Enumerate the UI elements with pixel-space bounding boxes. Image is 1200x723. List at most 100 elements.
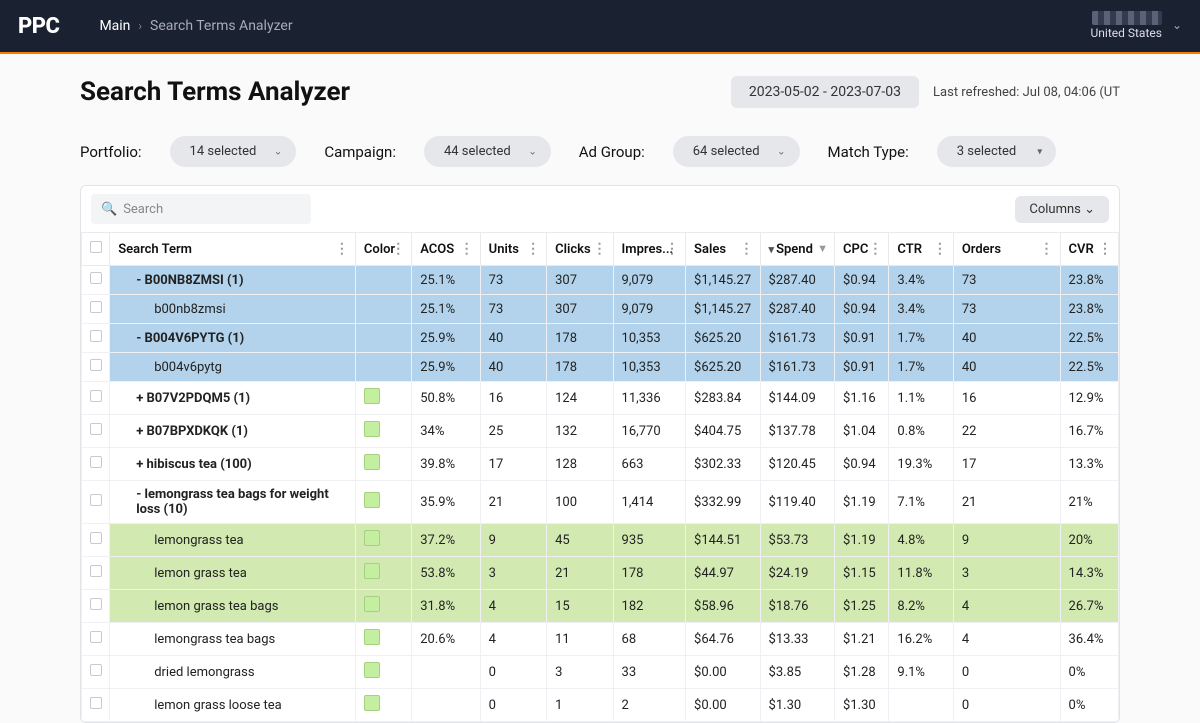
table-row[interactable]: - B00NB8ZMSI (1)25.1%733079,079$1,145.27… — [82, 266, 1119, 295]
color-swatch — [364, 662, 380, 678]
table-row[interactable]: + B07BPXDKQK (1)34%2513216,770$404.75$13… — [82, 415, 1119, 448]
cell-cpc: $0.94 — [835, 448, 889, 481]
cell-impressions: 10,353 — [613, 353, 685, 382]
more-icon[interactable]: ⋮ — [740, 247, 754, 251]
more-icon[interactable]: ⋮ — [933, 247, 947, 251]
cell-sales: $404.75 — [686, 415, 761, 448]
cell-orders: 40 — [953, 324, 1060, 353]
more-icon[interactable]: ⋮ — [526, 247, 540, 251]
cell-units: 0 — [480, 656, 546, 689]
matchtype-filter[interactable]: 3 selected▾ — [937, 136, 1056, 167]
cell-sales: $0.00 — [686, 689, 761, 722]
table-row[interactable]: dried lemongrass0333$0.00$3.85$1.289.1%0… — [82, 656, 1119, 689]
cell-impressions: 178 — [613, 557, 685, 590]
cell-search-term: + hibiscus tea (100) — [110, 448, 356, 481]
row-checkbox[interactable] — [82, 353, 110, 382]
row-checkbox[interactable] — [82, 481, 110, 524]
breadcrumb-root[interactable]: Main — [99, 18, 130, 34]
table-row[interactable]: - lemongrass tea bags for weight loss (1… — [82, 481, 1119, 524]
row-checkbox[interactable] — [82, 324, 110, 353]
campaign-filter[interactable]: 44 selected⌄ — [424, 136, 551, 167]
funnel-icon: ▾ — [1037, 146, 1042, 157]
table-row[interactable]: - B004V6PYTG (1)25.9%4017810,353$625.20$… — [82, 324, 1119, 353]
header-ctr[interactable]: CTR⋮ — [889, 233, 953, 266]
filter-bar: Portfolio: 14 selected⌄ Campaign: 44 sel… — [0, 108, 1200, 185]
chevron-down-icon: ⌄ — [1084, 202, 1095, 217]
cell-ctr: 3.4% — [889, 295, 953, 324]
campaign-label: Campaign: — [324, 143, 396, 161]
header-acos[interactable]: ACOS⋮ — [412, 233, 480, 266]
table-row[interactable]: lemongrass tea bags20.6%41168$64.76$13.3… — [82, 623, 1119, 656]
chevron-down-icon: ⌄ — [274, 146, 282, 157]
header-spend[interactable]: ▾Spend▼ — [760, 233, 835, 266]
row-checkbox[interactable] — [82, 524, 110, 557]
header-cpc[interactable]: CPC⋮ — [835, 233, 889, 266]
row-checkbox[interactable] — [82, 382, 110, 415]
adgroup-filter[interactable]: 64 selected⌄ — [673, 136, 800, 167]
row-checkbox[interactable] — [82, 295, 110, 324]
portfolio-label: Portfolio: — [80, 143, 142, 161]
cell-clicks: 124 — [547, 382, 613, 415]
account-switcher[interactable]: United States ⌄ — [1091, 11, 1182, 40]
row-checkbox[interactable] — [82, 266, 110, 295]
funnel-icon[interactable]: ▼ — [817, 247, 828, 251]
row-checkbox[interactable] — [82, 623, 110, 656]
more-icon[interactable]: ⋮ — [460, 247, 474, 251]
cell-acos: 39.8% — [412, 448, 480, 481]
portfolio-filter[interactable]: 14 selected⌄ — [170, 136, 297, 167]
table-row[interactable]: b00nb8zmsi25.1%733079,079$1,145.27$287.4… — [82, 295, 1119, 324]
cell-clicks: 307 — [547, 295, 613, 324]
more-icon[interactable]: ⋮ — [391, 247, 405, 251]
row-checkbox[interactable] — [82, 557, 110, 590]
columns-selector[interactable]: Columns ⌄ — [1015, 196, 1109, 223]
table-row[interactable]: lemongrass tea37.2%945935$144.51$53.73$1… — [82, 524, 1119, 557]
cell-orders: 0 — [953, 689, 1060, 722]
cell-spend: $24.19 — [760, 557, 835, 590]
cell-cvr: 13.3% — [1060, 448, 1118, 481]
table-row[interactable]: lemon grass loose tea012$0.00$1.30$1.300… — [82, 689, 1119, 722]
cell-acos: 25.9% — [412, 324, 480, 353]
cell-search-term: lemongrass tea — [110, 524, 356, 557]
row-checkbox[interactable] — [82, 656, 110, 689]
row-checkbox[interactable] — [82, 689, 110, 722]
header-search-term[interactable]: Search Term⋮ — [110, 233, 356, 266]
header-orders[interactable]: Orders⋮ — [953, 233, 1060, 266]
table-row[interactable]: lemon grass tea53.8%321178$44.97$24.19$1… — [82, 557, 1119, 590]
table-row[interactable]: b004v6pytg25.9%4017810,353$625.20$161.73… — [82, 353, 1119, 382]
cell-acos — [412, 656, 480, 689]
row-checkbox[interactable] — [82, 415, 110, 448]
header-impressions[interactable]: Impres...⋮ — [613, 233, 685, 266]
cell-spend: $287.40 — [760, 295, 835, 324]
search-input[interactable]: 🔍 Search — [91, 194, 311, 224]
header-sales[interactable]: Sales⋮ — [686, 233, 761, 266]
table-row[interactable]: + B07V2PDQM5 (1)50.8%1612411,336$283.84$… — [82, 382, 1119, 415]
cell-cvr: 36.4% — [1060, 623, 1118, 656]
table-row[interactable]: lemon grass tea bags31.8%415182$58.96$18… — [82, 590, 1119, 623]
cell-spend: $137.78 — [760, 415, 835, 448]
cell-cvr: 0% — [1060, 656, 1118, 689]
header-color[interactable]: Color⋮ — [355, 233, 411, 266]
more-icon[interactable]: ⋮ — [335, 247, 349, 251]
cell-sales: $283.84 — [686, 382, 761, 415]
more-icon[interactable]: ⋮ — [1098, 247, 1112, 251]
cell-orders: 40 — [953, 353, 1060, 382]
more-icon[interactable]: ⋮ — [868, 247, 882, 251]
row-checkbox[interactable] — [82, 448, 110, 481]
cell-units: 17 — [480, 448, 546, 481]
more-icon[interactable]: ⋮ — [665, 247, 679, 251]
row-checkbox[interactable] — [82, 590, 110, 623]
matchtype-label: Match Type: — [828, 143, 909, 161]
header-cvr[interactable]: CVR⋮ — [1060, 233, 1118, 266]
cell-clicks: 15 — [547, 590, 613, 623]
more-icon[interactable]: ⋮ — [1040, 247, 1054, 251]
table-row[interactable]: + hibiscus tea (100)39.8%17128663$302.33… — [82, 448, 1119, 481]
header-clicks[interactable]: Clicks⋮ — [547, 233, 613, 266]
more-icon[interactable]: ⋮ — [593, 247, 607, 251]
cell-ctr: 1.7% — [889, 353, 953, 382]
header-select-all[interactable] — [82, 233, 110, 266]
account-name-blurred — [1092, 11, 1162, 25]
header-units[interactable]: Units⋮ — [480, 233, 546, 266]
logo: PPC — [18, 14, 59, 39]
date-range-picker[interactable]: 2023-05-02 - 2023-07-03 — [731, 76, 919, 108]
cell-impressions: 68 — [613, 623, 685, 656]
